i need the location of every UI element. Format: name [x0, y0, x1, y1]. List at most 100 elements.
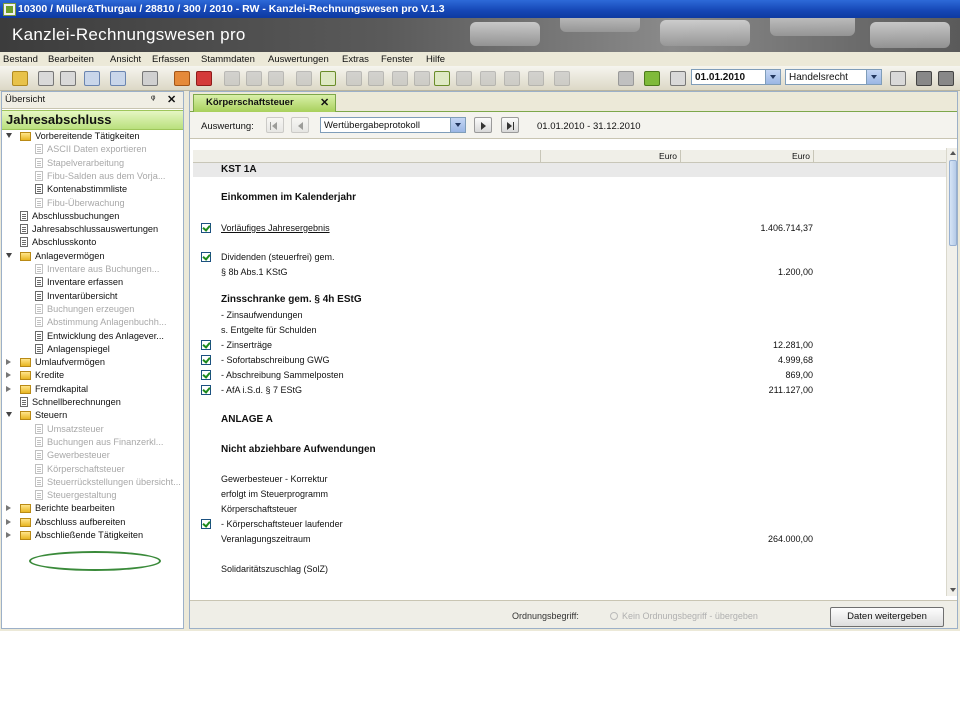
row-checkbox[interactable]: [201, 340, 211, 350]
row-checkbox[interactable]: [201, 223, 211, 233]
check-red-icon[interactable]: [196, 71, 212, 86]
sidebar-item-label: Fibu-Salden aus dem Vorja...: [47, 170, 166, 181]
last-record-icon[interactable]: [501, 117, 519, 133]
row-label: - Abschreibung Sammelposten: [221, 370, 344, 380]
document-icon: [35, 157, 43, 168]
row-checkbox[interactable]: [201, 385, 211, 395]
calendar-go-icon[interactable]: [670, 71, 686, 86]
row-label[interactable]: Vorläufiges Jahresergebnis: [221, 221, 330, 235]
scroll-up-icon[interactable]: [950, 151, 956, 155]
expand-icon[interactable]: [6, 359, 11, 366]
settings-icon[interactable]: [890, 71, 906, 86]
report-content: Euro Euro KST 1A Einkommen im Kalenderjah…: [193, 148, 957, 596]
save-icon[interactable]: [528, 71, 544, 86]
menu-erfassen[interactable]: Erfassen: [152, 54, 190, 65]
close-icon[interactable]: ✕: [167, 92, 176, 108]
date-select[interactable]: 01.01.2010: [691, 69, 781, 85]
list-icon[interactable]: [368, 71, 384, 86]
menu-stammdaten[interactable]: Stammdaten: [201, 54, 255, 65]
document-icon: [35, 463, 43, 474]
expand-icon[interactable]: [6, 385, 11, 392]
transfer-data-button[interactable]: Daten weitergeben: [830, 607, 944, 627]
row-value: 1.200,00: [777, 267, 813, 277]
report-row: Veranlagungszeitraum 264.000,00: [193, 532, 946, 546]
menu-bestand[interactable]: Bestand: [3, 54, 38, 65]
row-label: s. Entgelte für Schulden: [221, 325, 317, 335]
ordnung-radio[interactable]: [610, 612, 618, 620]
pin-icon[interactable]: [346, 71, 362, 86]
report-row: - Zinserträge 12.281,00: [193, 338, 946, 352]
menu-hilfe[interactable]: Hilfe: [426, 54, 445, 65]
close-tab-icon[interactable]: ✕: [320, 95, 329, 111]
row-checkbox[interactable]: [201, 370, 211, 380]
mode-select[interactable]: Handelsrecht: [785, 69, 882, 85]
pin-icon[interactable]: ᵠ: [151, 92, 155, 108]
section-jahresabschluss[interactable]: Jahresabschluss: [2, 110, 183, 130]
expand-icon[interactable]: [6, 372, 11, 379]
expand-icon[interactable]: [6, 518, 11, 525]
sidebar-item-label: Umsatzsteuer: [47, 423, 104, 434]
tab-koerperschaftsteuer[interactable]: Körperschaftsteuer ✕: [193, 94, 336, 112]
first-record-icon[interactable]: [266, 117, 284, 133]
calendar-icon[interactable]: [504, 71, 520, 86]
document-icon: [35, 423, 43, 434]
cut-icon[interactable]: [224, 71, 240, 86]
refresh-icon[interactable]: [644, 71, 660, 86]
report-heading-row: Einkommen im Kalenderjahr: [193, 191, 946, 205]
expand-icon[interactable]: [6, 505, 11, 512]
row-checkbox[interactable]: [201, 355, 211, 365]
tools-icon[interactable]: [174, 71, 190, 86]
document-icon[interactable]: [480, 71, 496, 86]
sort-icon[interactable]: [392, 71, 408, 86]
application-window: 10300 / Müller&Thurgau / 28810 / 300 / 2…: [0, 0, 960, 631]
row-label: Gewerbesteuer - Korrektur: [221, 474, 328, 484]
scroll-thumb[interactable]: [949, 160, 957, 246]
vertical-scrollbar[interactable]: [946, 148, 957, 596]
menu-extras[interactable]: Extras: [342, 54, 369, 65]
notes-icon[interactable]: [618, 71, 634, 86]
report-icon[interactable]: [456, 71, 472, 86]
ordnung-label: Ordnungsbegriff:: [512, 611, 579, 621]
collapse-icon[interactable]: [6, 412, 12, 418]
report-heading-row: Zinsschranke gem. § 4h EStG: [193, 293, 946, 307]
window-icon[interactable]: [142, 71, 158, 86]
chevron-down-icon: [866, 70, 881, 84]
detail-list-icon[interactable]: [434, 71, 450, 86]
document-icon: [20, 237, 28, 248]
next-record-icon[interactable]: [474, 117, 492, 133]
document-icon: [35, 450, 43, 461]
arrow-up-icon[interactable]: [84, 71, 100, 86]
row-checkbox[interactable]: [201, 519, 211, 529]
sidebar-item-label: Umlaufvermögen: [35, 357, 105, 368]
print-icon[interactable]: [38, 71, 54, 86]
collapse-icon[interactable]: [6, 133, 12, 138]
report-row: - Sofortabschreibung GWG 4.999,68: [193, 353, 946, 367]
row-label: - Sofortabschreibung GWG: [221, 355, 330, 365]
scroll-down-icon[interactable]: [950, 588, 956, 592]
menu-bearbeiten[interactable]: Bearbeiten: [48, 54, 94, 65]
copy-icon[interactable]: [246, 71, 262, 86]
evaluation-select[interactable]: Wertübergabeprotokoll: [320, 117, 466, 133]
report-row: - Körperschaftsteuer laufender: [193, 517, 946, 531]
row-checkbox[interactable]: [201, 252, 211, 262]
grid-icon[interactable]: [414, 71, 430, 86]
calculator-icon[interactable]: [916, 71, 932, 86]
row-label: Einkommen im Kalenderjahr: [221, 192, 357, 203]
filter-icon[interactable]: [296, 71, 312, 86]
menu-auswertungen[interactable]: Auswertungen: [268, 54, 329, 65]
collapse-icon[interactable]: [6, 252, 12, 258]
expand-icon[interactable]: [6, 532, 11, 538]
document-icon: [35, 170, 43, 181]
arrow-right-icon[interactable]: [110, 71, 126, 86]
open-folder-icon[interactable]: [12, 71, 28, 86]
paste-icon[interactable]: [268, 71, 284, 86]
tree-view-icon[interactable]: [320, 71, 336, 86]
export-icon[interactable]: [554, 71, 570, 86]
banner-title: Kanzlei-Rechnungswesen pro: [12, 25, 246, 44]
archive-icon[interactable]: [938, 71, 954, 86]
previous-record-icon[interactable]: [291, 117, 309, 133]
folder-icon: [20, 517, 31, 527]
menu-fenster[interactable]: Fenster: [381, 54, 413, 65]
print-preview-icon[interactable]: [60, 71, 76, 86]
menu-ansicht[interactable]: Ansicht: [110, 54, 141, 65]
